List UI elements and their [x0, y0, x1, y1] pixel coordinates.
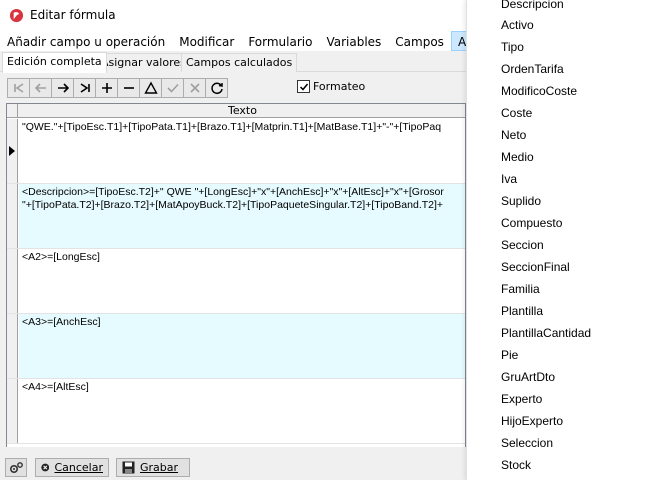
grid-header-corner [7, 104, 18, 118]
field-item-suplido[interactable]: Suplido [501, 194, 541, 208]
grid-cell[interactable]: <A4>=[AltEsc] [19, 379, 465, 443]
cell-line: <A3>=[AnchEsc] [22, 316, 101, 328]
last-icon [80, 83, 90, 93]
menu-bar: Añadir campo u operación Modificar Formu… [0, 31, 511, 51]
grid-cell[interactable]: "QWE."+[TipoEsc.T1]+[TipoPata.T1]+[Brazo… [19, 119, 465, 183]
refresh-button[interactable] [205, 78, 228, 98]
horizontal-scrollbar[interactable] [6, 447, 466, 452]
grid-header: Texto [7, 104, 465, 118]
cell-line: <A4>=[AltEsc] [22, 381, 89, 393]
grid-cell[interactable]: <A2>=[LongEsc] [19, 249, 465, 313]
floppy-disk-icon [122, 461, 135, 474]
field-item-familia[interactable]: Familia [501, 282, 540, 296]
cancel-button-label: Cancelar [54, 461, 103, 474]
menu-anadir-campo[interactable]: Añadir campo u operación [0, 31, 172, 51]
tab-edicion-completa[interactable]: Edición completa [2, 52, 107, 73]
arrow-right-icon [57, 83, 69, 93]
save-button-label: Grabar [140, 461, 179, 474]
field-item-gruartdto[interactable]: GruArtDto [501, 370, 555, 384]
window-title: Editar fórmula [30, 8, 116, 22]
table-row[interactable]: <Descripcion>=[TipoEsc.T2]+" QWE "+[Long… [7, 184, 465, 249]
field-item-activo[interactable]: Activo [501, 18, 534, 32]
cancel-circle-icon [41, 463, 50, 472]
checkmark-icon [166, 83, 179, 93]
field-item-modificocoste[interactable]: ModificoCoste [501, 84, 577, 98]
bottom-bar: Cancelar Grabar [0, 454, 466, 480]
last-record-button[interactable] [73, 78, 96, 98]
close-icon [189, 83, 200, 93]
table-row[interactable]: <A4>=[AltEsc] [7, 379, 465, 444]
column-header-texto[interactable]: Texto [18, 104, 465, 118]
gears-icon [9, 461, 23, 473]
field-item-seccionfinal[interactable]: SeccionFinal [501, 260, 570, 274]
field-item-compuesto[interactable]: Compuesto [501, 216, 562, 230]
formula-grid[interactable]: Texto "QWE."+[TipoEsc.T1]+[TipoPata.T1]+… [6, 103, 466, 448]
field-item-experto[interactable]: Experto [501, 392, 542, 406]
insert-record-button[interactable] [95, 78, 118, 98]
row-indicator[interactable] [7, 249, 18, 313]
row-indicator[interactable] [7, 314, 18, 378]
cell-line: <A2>=[LongEsc] [22, 251, 100, 263]
field-item-coste[interactable]: Coste [501, 106, 532, 120]
formateo-label: Formateo [313, 80, 366, 93]
tab-asignar-valores[interactable]: Asignar valores [96, 53, 191, 72]
asignar-field-dropdown[interactable]: Descripcion Activo Tipo OrdenTarifa Modi… [466, 0, 666, 480]
field-item-plantillacantidad[interactable]: PlantillaCantidad [501, 326, 591, 340]
post-record-button[interactable] [161, 78, 184, 98]
field-item-medio[interactable]: Medio [501, 150, 534, 164]
field-item-stock[interactable]: Stock [501, 458, 531, 472]
menu-campos[interactable]: Campos [388, 31, 451, 51]
tab-strip: Edición completa Asignar valores Campos … [0, 52, 466, 73]
row-indicator[interactable] [7, 379, 18, 443]
field-item-descripcion[interactable]: Descripcion [501, 0, 564, 11]
first-record-button[interactable] [7, 78, 30, 98]
cell-line: "+[TipoPata.T2]+[Brazo.T2]+[MatApoyBuck.… [22, 199, 444, 211]
first-icon [13, 83, 23, 93]
previous-record-button[interactable] [29, 78, 52, 98]
title-bar: Editar fórmula [0, 0, 466, 31]
row-indicator[interactable] [7, 119, 18, 183]
field-item-plantilla[interactable]: Plantilla [501, 304, 543, 318]
cell-line: <Descripcion>=[TipoEsc.T2]+" QWE "+[Long… [22, 186, 444, 198]
formateo-checkbox[interactable] [297, 80, 310, 93]
cell-line: "QWE."+[TipoEsc.T1]+[TipoPata.T1]+[Brazo… [22, 121, 442, 133]
grid-cell[interactable]: <Descripcion>=[TipoEsc.T2]+" QWE "+[Long… [19, 184, 465, 248]
field-item-iva[interactable]: Iva [501, 172, 517, 186]
tab-campos-calculados[interactable]: Campos calculados [181, 53, 298, 72]
grid-cell[interactable]: <A3>=[AnchEsc] [19, 314, 465, 378]
refresh-icon [210, 82, 223, 95]
next-record-button[interactable] [51, 78, 74, 98]
formateo-toggle[interactable]: Formateo [297, 80, 365, 93]
field-item-neto[interactable]: Neto [501, 128, 526, 142]
field-item-tipo[interactable]: Tipo [501, 40, 524, 54]
edit-record-button[interactable] [139, 78, 162, 98]
plus-icon [101, 83, 112, 93]
triangle-icon [143, 81, 158, 94]
table-row[interactable]: <A3>=[AnchEsc] [7, 314, 465, 379]
field-item-seccion[interactable]: Seccion [501, 238, 544, 252]
menu-modificar[interactable]: Modificar [172, 31, 241, 51]
field-item-pie[interactable]: Pie [501, 348, 518, 362]
settings-button[interactable] [5, 458, 27, 477]
field-item-ordentarifa[interactable]: OrdenTarifa [501, 62, 564, 76]
app-logo-icon [9, 8, 24, 23]
save-button[interactable]: Grabar [116, 458, 190, 477]
delete-record-button[interactable] [117, 78, 140, 98]
editar-formula-window: Editar fórmula Añadir campo u operación … [0, 0, 511, 480]
arrow-left-icon [34, 83, 46, 93]
current-row-arrow-icon [9, 146, 15, 156]
cancel-edit-button[interactable] [183, 78, 206, 98]
menu-variables[interactable]: Variables [319, 31, 388, 51]
navigator-toolbar [7, 78, 228, 98]
table-row[interactable]: <A2>=[LongEsc] [7, 249, 465, 314]
row-indicator[interactable] [7, 184, 18, 248]
menu-formulario[interactable]: Formulario [241, 31, 319, 51]
minus-icon [123, 87, 134, 89]
field-item-hijoexperto[interactable]: HijoExperto [501, 414, 563, 428]
checkmark-icon [299, 83, 308, 91]
cancel-button[interactable]: Cancelar [35, 458, 109, 477]
field-item-seleccion[interactable]: Seleccion [501, 436, 553, 450]
table-row[interactable]: "QWE."+[TipoEsc.T1]+[TipoPata.T1]+[Brazo… [7, 119, 465, 184]
